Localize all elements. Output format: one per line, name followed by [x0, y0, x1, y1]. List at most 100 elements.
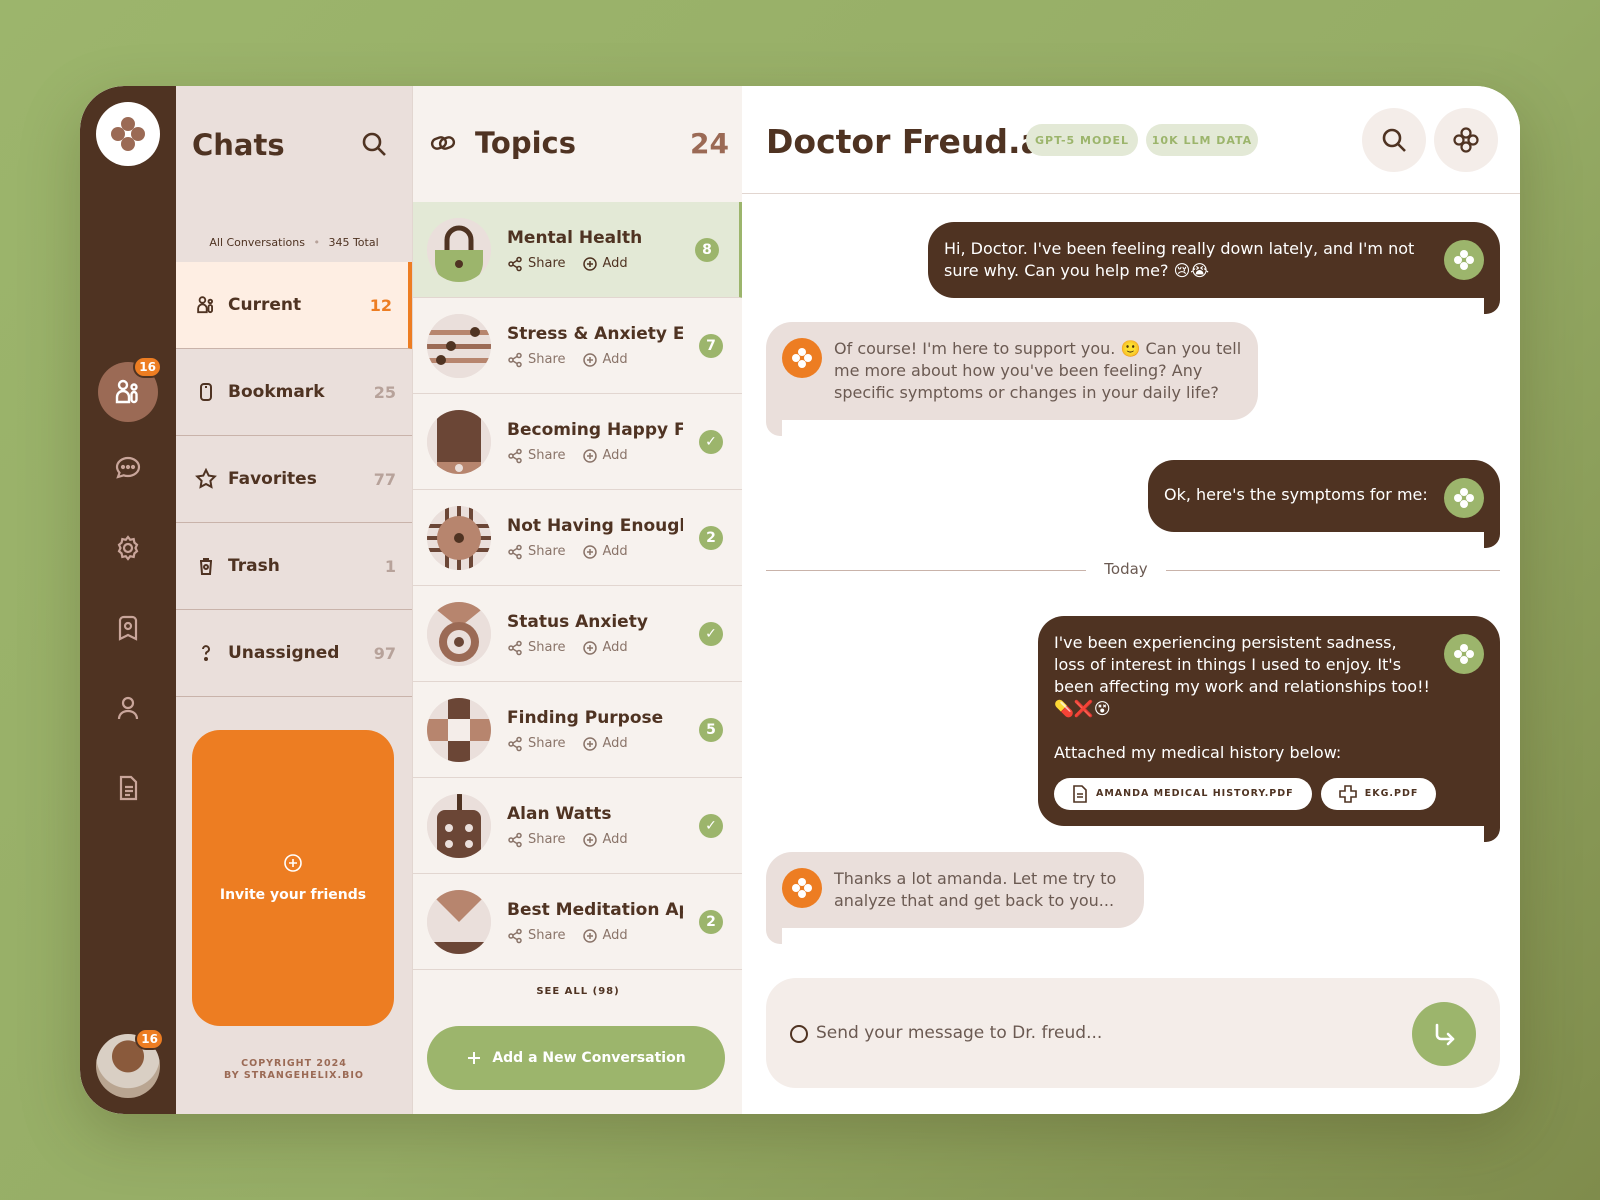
document-icon — [119, 775, 138, 801]
rail-settings-button[interactable] — [98, 518, 158, 578]
attachment-ekg[interactable]: EKG.PDF — [1320, 778, 1437, 810]
topic-thumbnail-sliders — [427, 313, 491, 378]
conversation-panel: Doctor Freud.ai GPT-5 MODEL 10K LLM DATA… — [742, 86, 1520, 1114]
rail-badge-button[interactable] — [98, 598, 158, 658]
message-bot: Thanks a lot amanda. Let me try to analy… — [766, 852, 1144, 944]
add-icon — [582, 448, 597, 463]
add-button[interactable]: Add — [582, 352, 628, 368]
rail-chat-button[interactable] — [98, 438, 158, 498]
topics-count: 24 — [690, 126, 729, 160]
share-button[interactable]: Share — [507, 928, 566, 944]
conversation-menu-button[interactable] — [1434, 108, 1498, 172]
folder-bookmark[interactable]: Bookmark 25 — [176, 349, 412, 436]
topic-row-status-anxiety[interactable]: Status Anxiety Share Add ✓ — [413, 586, 743, 682]
share-button[interactable]: Share — [507, 448, 566, 464]
message-composer[interactable]: Send your message to Dr. freud... — [766, 978, 1500, 1088]
user-avatar[interactable]: 16 — [96, 1028, 164, 1098]
message-text: Of course! I'm here to support you. 🙂 Ca… — [834, 339, 1242, 402]
topic-badge-check: ✓ — [699, 621, 723, 646]
user-icon — [117, 696, 139, 720]
message-input[interactable]: Send your message to Dr. freud... — [816, 1023, 1102, 1043]
add-button[interactable]: Add — [582, 928, 628, 944]
trash-icon — [200, 558, 212, 575]
topic-row-mental-health[interactable]: Mental Health Share Add 8 — [413, 202, 743, 298]
attachment-name: EKG.PDF — [1364, 788, 1419, 799]
attachment-medical-history[interactable]: AMANDA MEDICAL HISTORY.PDF — [1054, 778, 1312, 810]
user-message-avatar — [1444, 240, 1484, 280]
topic-row-finding-purpose[interactable]: Finding Purpose Share Add 5 — [413, 682, 743, 778]
topic-thumbnail-hourglass — [427, 889, 491, 954]
folder-unassigned[interactable]: Unassigned 97 — [176, 610, 412, 697]
invite-friends-button[interactable]: Invite your friends — [192, 730, 394, 1026]
folder-trash[interactable]: Trash 1 — [176, 523, 412, 610]
rail-users-button[interactable]: 16 — [98, 356, 162, 422]
share-button[interactable]: Share — [507, 640, 566, 656]
folder-count: 1 — [384, 556, 396, 576]
folder-count: 97 — [373, 643, 396, 663]
folder-favorites[interactable]: Favorites 77 — [176, 436, 412, 523]
add-button[interactable]: Add — [582, 832, 628, 848]
send-button[interactable] — [1412, 1002, 1476, 1066]
add-new-conversation-button[interactable]: Add a New Conversation — [427, 1026, 725, 1090]
topic-title: Status Anxiety — [507, 611, 648, 632]
folder-current[interactable]: Current 12 — [176, 262, 412, 349]
add-icon — [582, 832, 597, 847]
share-button[interactable]: Share — [507, 832, 566, 848]
message-user-attachments: I've been experiencing persistent sadnes… — [1038, 616, 1500, 842]
topic-badge: 2 — [699, 525, 723, 550]
topic-badge: 8 — [695, 237, 719, 262]
message-text: I've been experiencing persistent sadnes… — [1054, 633, 1430, 718]
star-icon — [195, 468, 217, 489]
add-icon — [582, 256, 597, 271]
add-button[interactable]: Add — [582, 736, 628, 752]
topic-title: Not Having Enough... — [507, 515, 683, 536]
message-text: Hi, Doctor. I've been feeling really dow… — [944, 239, 1415, 280]
share-button[interactable]: Share — [507, 544, 566, 560]
logo-icon[interactable] — [96, 102, 160, 166]
app-window: 16 16 Chats All Conversations • 345 Tota — [80, 86, 1520, 1114]
rail-docs-button[interactable] — [98, 758, 158, 818]
topic-title: Stress & Anxiety Ev... — [507, 323, 683, 344]
see-all-link[interactable]: SEE ALL (98) — [413, 986, 743, 997]
share-icon — [508, 352, 522, 367]
conversation-title: Doctor Freud.ai — [766, 122, 1055, 161]
share-button[interactable]: Share — [507, 352, 566, 368]
topic-title: Becoming Happy Fo... — [507, 419, 683, 440]
topic-row-alan-watts[interactable]: Alan Watts Share Add ✓ — [413, 778, 743, 874]
chats-title: Chats — [192, 128, 285, 162]
add-button[interactable]: Add — [582, 544, 628, 560]
topic-row-stress[interactable]: Stress & Anxiety Ev... Share Add 7 — [413, 298, 743, 394]
share-icon — [508, 448, 522, 463]
conversation-search-button[interactable] — [1362, 108, 1426, 172]
data-pill: 10K LLM DATA — [1146, 124, 1258, 156]
topic-row-meditation-apps[interactable]: Best Meditation Apps Share Add 2 — [413, 874, 743, 970]
plus-circle-icon — [284, 854, 302, 872]
topic-row-becoming-happy[interactable]: Becoming Happy Fo... Share Add ✓ — [413, 394, 743, 490]
topic-title: Mental Health — [507, 227, 643, 248]
topic-thumbnail-wheel — [427, 505, 491, 570]
share-button[interactable]: Share — [507, 256, 566, 272]
flower-icon — [1453, 127, 1479, 153]
gear-icon — [117, 535, 139, 561]
conversation-header: Doctor Freud.ai GPT-5 MODEL 10K LLM DATA — [742, 86, 1520, 194]
topic-row-not-having-enough[interactable]: Not Having Enough... Share Add 2 — [413, 490, 743, 586]
chats-search-button[interactable] — [360, 130, 388, 162]
add-icon — [582, 640, 597, 655]
add-button[interactable]: Add — [582, 256, 628, 272]
share-button[interactable]: Share — [507, 736, 566, 752]
topic-thumbnail-medal — [427, 601, 491, 666]
user-message-avatar — [1444, 634, 1484, 674]
topic-badge: 5 — [699, 717, 723, 742]
folder-label: Unassigned — [228, 643, 340, 663]
share-icon — [508, 928, 522, 943]
add-icon — [582, 736, 597, 751]
folder-count: 77 — [373, 469, 396, 489]
topic-badge-check: ✓ — [699, 429, 723, 454]
add-button[interactable]: Add — [582, 640, 628, 656]
rail-profile-button[interactable] — [98, 678, 158, 738]
add-button[interactable]: Add — [582, 448, 628, 464]
folder-count: 25 — [373, 382, 396, 402]
attachment-name: AMANDA MEDICAL HISTORY.PDF — [1096, 788, 1294, 799]
copyright-line-2: BY STRANGEHELIX.BIO — [224, 1070, 364, 1081]
folder-label: Bookmark — [228, 382, 325, 402]
